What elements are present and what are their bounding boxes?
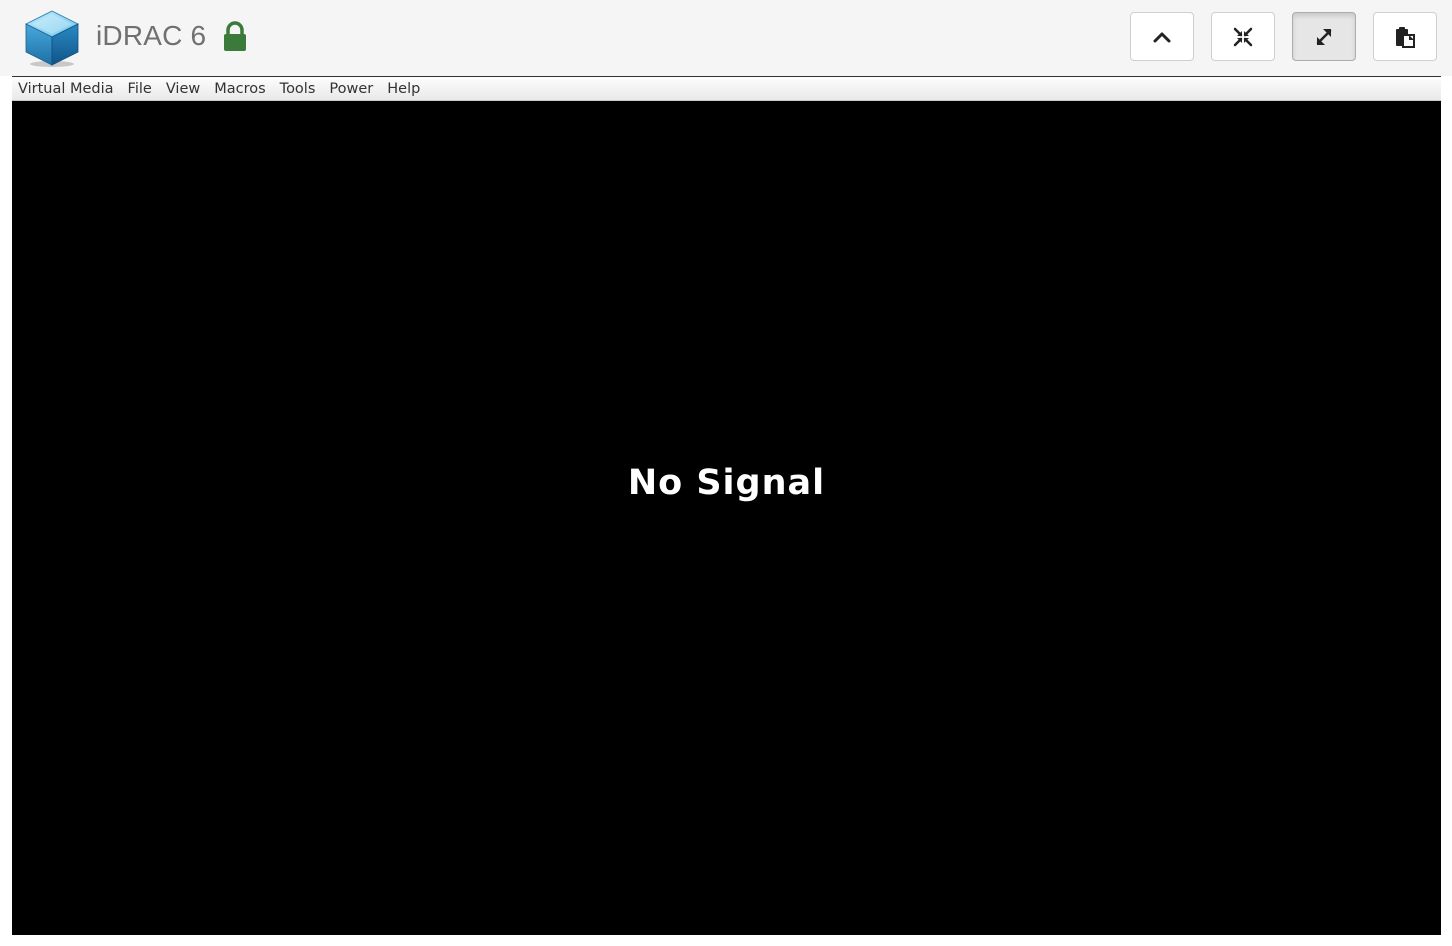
- menu-tools[interactable]: Tools: [280, 78, 316, 100]
- menu-power[interactable]: Power: [329, 78, 373, 100]
- menu-view[interactable]: View: [166, 78, 200, 100]
- menu-macros[interactable]: Macros: [214, 78, 265, 100]
- clipboard-icon: [1396, 26, 1415, 48]
- cube-logo-icon: [25, 10, 79, 67]
- menu-file[interactable]: File: [128, 78, 152, 100]
- app-title: iDRAC 6: [96, 20, 207, 51]
- chevron-up-icon: [1153, 32, 1171, 42]
- no-signal-message: No Signal: [627, 463, 826, 503]
- lock-icon: [224, 21, 246, 51]
- menu-help[interactable]: Help: [387, 78, 420, 100]
- clipboard-button[interactable]: [1373, 12, 1437, 61]
- expand-arrows-icon: [1316, 28, 1332, 45]
- remote-console-screen[interactable]: No Signal: [12, 101, 1441, 935]
- collapse-toolbar-button[interactable]: [1130, 12, 1194, 61]
- menu-bar: Virtual Media File View Macros Tools Pow…: [12, 77, 1441, 101]
- top-toolbar: iDRAC 6: [0, 0, 1452, 76]
- menu-virtual-media[interactable]: Virtual Media: [18, 78, 114, 100]
- scale-to-fit-button[interactable]: [1292, 12, 1356, 61]
- compress-icon: [1233, 27, 1253, 46]
- fullscreen-button[interactable]: [1211, 12, 1275, 61]
